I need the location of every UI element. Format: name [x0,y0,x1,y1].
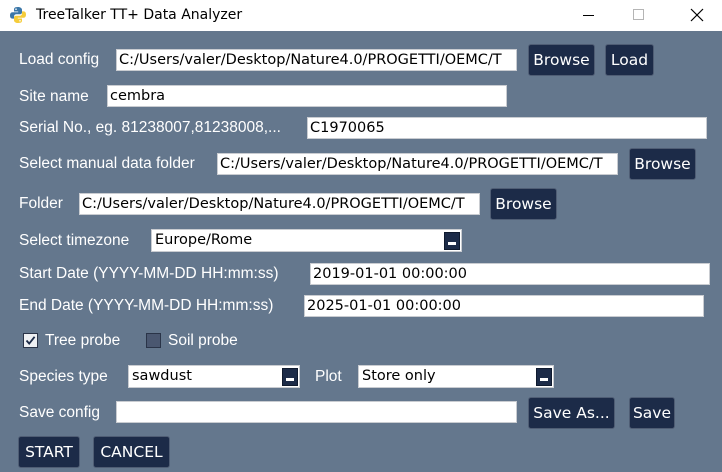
plot-value: Store only [362,368,436,384]
end-date-label: End Date (YYYY-MM-DD HH:mm:ss) [19,297,274,314]
window-title: TreeTalker TT+ Data Analyzer [36,7,243,23]
plot-select[interactable]: Store only [358,365,554,388]
species-type-value: sawdust [132,368,192,384]
chevron-down-icon [286,378,294,381]
manual-folder-label: Select manual data folder [19,155,195,172]
site-name-input[interactable]: cembra [107,85,507,107]
save-button[interactable]: Save [629,397,675,429]
timezone-value: Europe/Rome [155,232,253,248]
soil-probe-checkbox[interactable] [146,333,161,348]
plot-dropdown-button[interactable] [536,368,552,386]
close-icon [690,8,704,22]
python-icon [9,6,27,24]
minimize-icon [583,15,594,16]
checkmark-icon [25,336,36,346]
timezone-select[interactable]: Europe/Rome [151,229,462,252]
load-config-input[interactable]: C:/Users/valer/Desktop/Nature4.0/PROGETT… [116,49,517,71]
title-bar[interactable]: TreeTalker TT+ Data Analyzer [0,0,722,31]
timezone-label: Select timezone [19,232,130,249]
close-button[interactable] [674,0,720,31]
maximize-button[interactable] [616,0,662,31]
cancel-button[interactable]: CANCEL [93,436,170,468]
save-as-button[interactable]: Save As... [528,397,615,429]
save-config-label: Save config [19,404,100,421]
folder-input[interactable]: C:/Users/valer/Desktop/Nature4.0/PROGETT… [79,193,480,215]
folder-browse-button[interactable]: Browse [490,188,557,220]
load-config-browse-button[interactable]: Browse [528,44,595,76]
chevron-down-icon [448,242,456,245]
species-type-select[interactable]: sawdust [128,365,300,388]
app-window: TreeTalker TT+ Data Analyzer Load config… [0,0,722,472]
soil-probe-label[interactable]: Soil probe [168,331,238,351]
tree-probe-checkbox[interactable] [23,333,38,348]
species-type-label: Species type [19,368,108,385]
load-config-label: Load config [19,51,100,68]
form-panel: Load config C:/Users/valer/Desktop/Natur… [0,31,722,472]
manual-folder-input[interactable]: C:/Users/valer/Desktop/Nature4.0/PROGETT… [217,153,618,175]
site-name-label: Site name [19,88,89,105]
serial-no-label: Serial No., eg. 81238007,81238008,... [19,119,281,136]
manual-folder-browse-button[interactable]: Browse [629,148,696,180]
plot-label: Plot [315,368,342,385]
load-config-load-button[interactable]: Load [605,44,654,76]
chevron-down-icon [540,378,548,381]
save-config-input[interactable] [116,401,517,423]
species-type-dropdown-button[interactable] [282,368,298,386]
start-date-input[interactable]: 2019-01-01 00:00:00 [310,263,710,285]
timezone-dropdown-button[interactable] [444,232,460,250]
start-date-label: Start Date (YYYY-MM-DD HH:mm:ss) [19,265,279,282]
tree-probe-label[interactable]: Tree probe [45,331,120,351]
start-button[interactable]: START [18,436,80,468]
folder-label: Folder [19,195,63,212]
maximize-icon [633,9,644,20]
end-date-input[interactable]: 2025-01-01 00:00:00 [304,295,704,317]
serial-no-input[interactable]: C1970065 [307,117,707,139]
minimize-button[interactable] [566,0,612,31]
